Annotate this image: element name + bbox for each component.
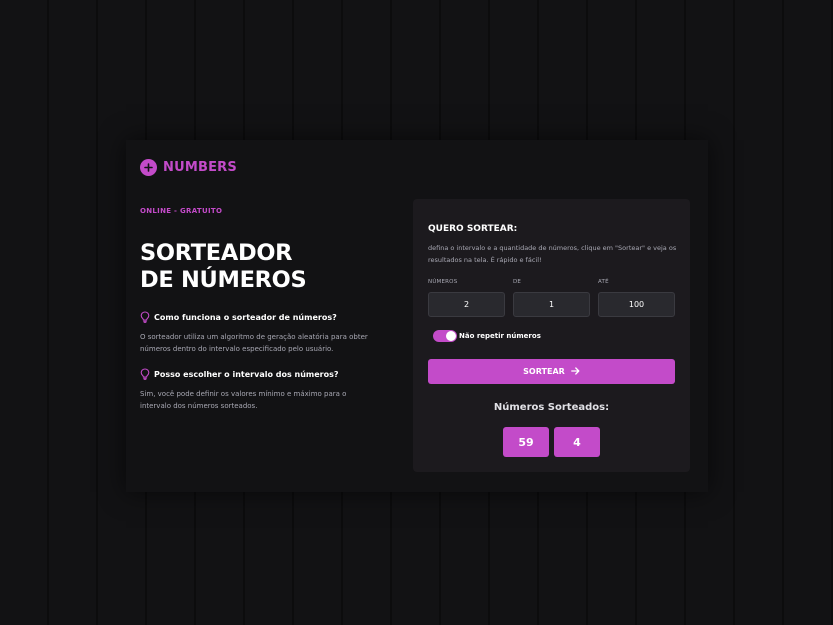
page-title: SORTEADOR DE NÚMEROS (140, 240, 307, 294)
faq-question-text: Como funciona o sorteador de números? (154, 312, 337, 322)
page-title-line-1: SORTEADOR (140, 240, 293, 266)
lightbulb-icon (140, 368, 150, 380)
results-title: Números Sorteados: (493, 402, 610, 413)
min-input[interactable] (513, 292, 590, 317)
results-list: 59 4 (413, 427, 690, 457)
result-number: 59 (503, 427, 549, 457)
faq-answer: Sim, você pode definir os valores mínimo… (140, 390, 347, 410)
faq-item: Posso escolher o intervalo dos números? … (140, 368, 375, 412)
faq-answer: O sorteador utiliza um algoritmo de gera… (140, 333, 368, 353)
toggle-knob (446, 331, 456, 341)
range-fields: NÚMEROS DE ATÉ (428, 279, 675, 317)
arrow-right-icon (570, 366, 580, 377)
tagline: ONLINE - GRATUITO (140, 207, 223, 215)
page-background: NUMBERS ONLINE - GRATUITO SORTEADOR DE N… (0, 0, 833, 625)
result-number: 4 (554, 427, 600, 457)
quantity-label: NÚMEROS (428, 279, 458, 285)
brand-name: NUMBERS (163, 160, 237, 175)
quantity-field: NÚMEROS (428, 279, 505, 317)
quantity-input[interactable] (428, 292, 505, 317)
plus-circle-icon (140, 159, 157, 176)
main-card: NUMBERS ONLINE - GRATUITO SORTEADOR DE N… (126, 140, 708, 492)
min-field: DE (513, 279, 590, 317)
max-label: ATÉ (598, 279, 609, 285)
faq-question-text: Posso escolher o intervalo dos números? (154, 369, 339, 379)
lightbulb-icon (140, 311, 150, 323)
min-label: DE (513, 279, 522, 285)
draw-button-label: SORTEAR (523, 367, 565, 376)
no-repeat-option: Não repetir números (433, 330, 541, 342)
form-description: defina o intervalo e a quantidade de núm… (428, 244, 677, 264)
logo[interactable]: NUMBERS (140, 159, 237, 176)
faq-question: Como funciona o sorteador de números? (140, 311, 375, 323)
no-repeat-label: Não repetir números (459, 332, 541, 340)
draw-form-panel: QUERO SORTEAR: defina o intervalo e a qu… (413, 199, 690, 472)
no-repeat-toggle[interactable] (433, 330, 457, 342)
faq-question: Posso escolher o intervalo dos números? (140, 368, 375, 380)
max-input[interactable] (598, 292, 675, 317)
draw-button[interactable]: SORTEAR (428, 359, 675, 384)
faq-item: Como funciona o sorteador de números? O … (140, 311, 375, 355)
max-field: ATÉ (598, 279, 675, 317)
page-title-line-2: DE NÚMEROS (140, 267, 307, 293)
form-title: QUERO SORTEAR: (428, 224, 518, 234)
